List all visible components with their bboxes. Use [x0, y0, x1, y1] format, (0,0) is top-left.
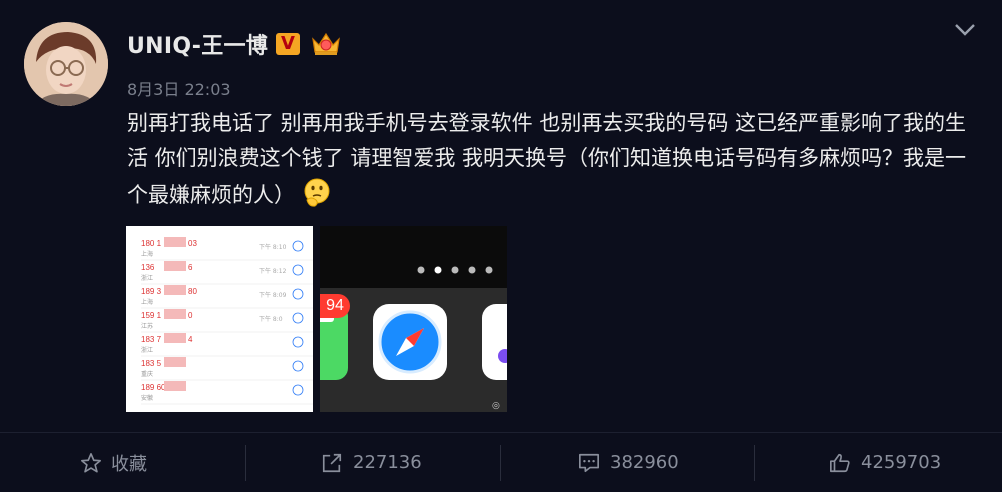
post-timestamp[interactable]: 8月3日 22:03 — [127, 76, 231, 100]
action-separator — [500, 445, 501, 481]
call-log-number: 189 60 — [141, 383, 166, 392]
call-log-image: 180 1 03上海下午 8:10136 6浙江下午 8:12189 3 80上海下午… — [126, 226, 313, 412]
share-icon — [322, 453, 342, 472]
call-log-number: 136 — [141, 263, 155, 272]
notification-badge: 94 — [320, 294, 350, 318]
call-log-time: 下午 8:0 — [259, 315, 283, 323]
mosaic-blur — [164, 381, 186, 391]
call-log-number: 189 3 — [141, 287, 162, 296]
action-separator — [754, 445, 755, 481]
verified-badge: V — [276, 33, 300, 55]
repost-count: 227136 — [353, 452, 422, 473]
mosaic-blur — [164, 309, 186, 319]
comment-icon — [579, 453, 599, 472]
image-call-log[interactable]: 180 1 03 上海 下午 8:10 136 6 浙江 下午 8:12 189 3 80 上海 下午… — [126, 226, 313, 412]
like-button[interactable]: 4259703 — [828, 433, 941, 492]
mosaic-blur — [164, 333, 186, 343]
call-log-number: 183 7 — [141, 335, 162, 344]
mosaic-blur — [164, 285, 186, 295]
call-log-time: 下午 8:10 — [259, 243, 287, 251]
call-log-number-suffix: 0 — [188, 311, 193, 320]
thumbs-up-icon — [830, 453, 850, 472]
call-log-number-suffix: 80 — [188, 287, 197, 296]
call-log-location: 上海 — [141, 298, 153, 306]
call-log-number-suffix: 4 — [188, 335, 193, 344]
call-log-time: 下午 8:09 — [259, 291, 287, 299]
call-log-location: 上海 — [141, 250, 153, 258]
like-count: 4259703 — [861, 452, 942, 473]
star-icon — [81, 452, 101, 473]
thinking-face-emoji — [301, 176, 333, 208]
call-log-location: 安徽 — [141, 394, 153, 402]
chevron-down-icon[interactable] — [954, 22, 976, 36]
call-log-location: 浙江 — [141, 274, 153, 282]
call-log-location: 浙江 — [141, 346, 153, 354]
favorite-button[interactable]: 收藏 — [80, 433, 147, 492]
mosaic-blur — [164, 357, 186, 367]
avatar[interactable] — [24, 22, 108, 106]
repost-button[interactable]: 227136 — [320, 433, 422, 492]
comment-count: 382960 — [610, 452, 679, 473]
call-log-number: 159 1 — [141, 311, 162, 320]
mosaic-blur — [164, 261, 186, 271]
call-log-location: 江苏 — [141, 322, 153, 330]
call-log-number-suffix: 6 — [188, 263, 193, 272]
call-log-number-suffix: 03 — [188, 239, 197, 248]
call-log-number: 183 5 — [141, 359, 162, 368]
username[interactable]: UNIQ-王一博 — [127, 28, 268, 60]
post-text: 别再打我电话了 别再用我手机号去登录软件 也别再去买我的号码 这已经严重影响了我… — [127, 106, 977, 213]
comment-button[interactable]: 382960 — [577, 433, 679, 492]
call-log-location: 重庆 — [141, 370, 153, 378]
action-separator — [245, 445, 246, 481]
call-log-number: 180 1 — [141, 239, 162, 248]
watermark-logo: ◎ — [492, 401, 500, 411]
favorite-label: 收藏 — [111, 453, 147, 475]
image-home-screen[interactable]: ◎ 94 — [320, 226, 507, 412]
crown-icon — [310, 31, 342, 57]
post-body: 别再打我电话了 别再用我手机号去登录软件 也别再去买我的号码 这已经严重影响了我… — [127, 111, 967, 207]
action-bar: 收藏 227136 382960 4259703 — [0, 433, 1002, 492]
call-log-time: 下午 8:12 — [259, 267, 287, 275]
mosaic-blur — [164, 237, 186, 247]
